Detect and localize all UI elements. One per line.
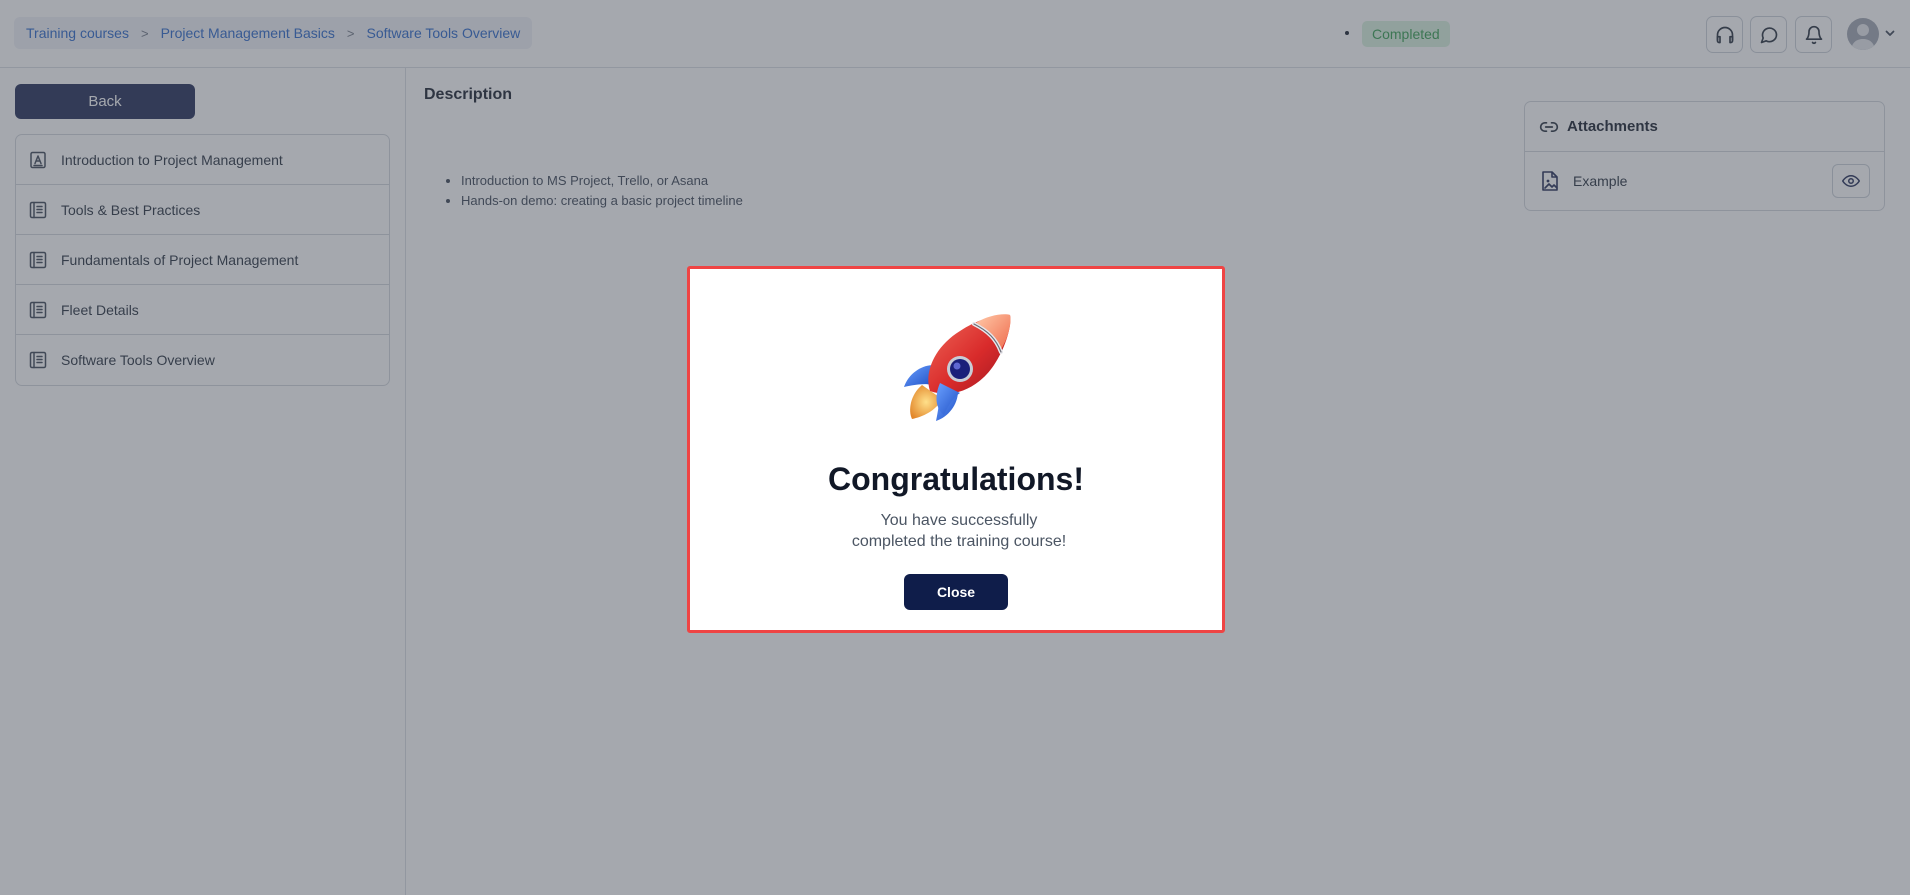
modal-message-line: completed the training course!: [851, 533, 1067, 550]
modal-title: Congratulations!: [828, 461, 1084, 497]
modal-message-line: You have successfully: [880, 512, 1038, 529]
close-button[interactable]: Close: [904, 574, 1008, 610]
congratulations-modal: Congratulations! You have successfully c…: [687, 266, 1225, 633]
modal-message: You have successfully completed the trai…: [809, 510, 1109, 552]
rocket-icon: [904, 314, 1011, 421]
